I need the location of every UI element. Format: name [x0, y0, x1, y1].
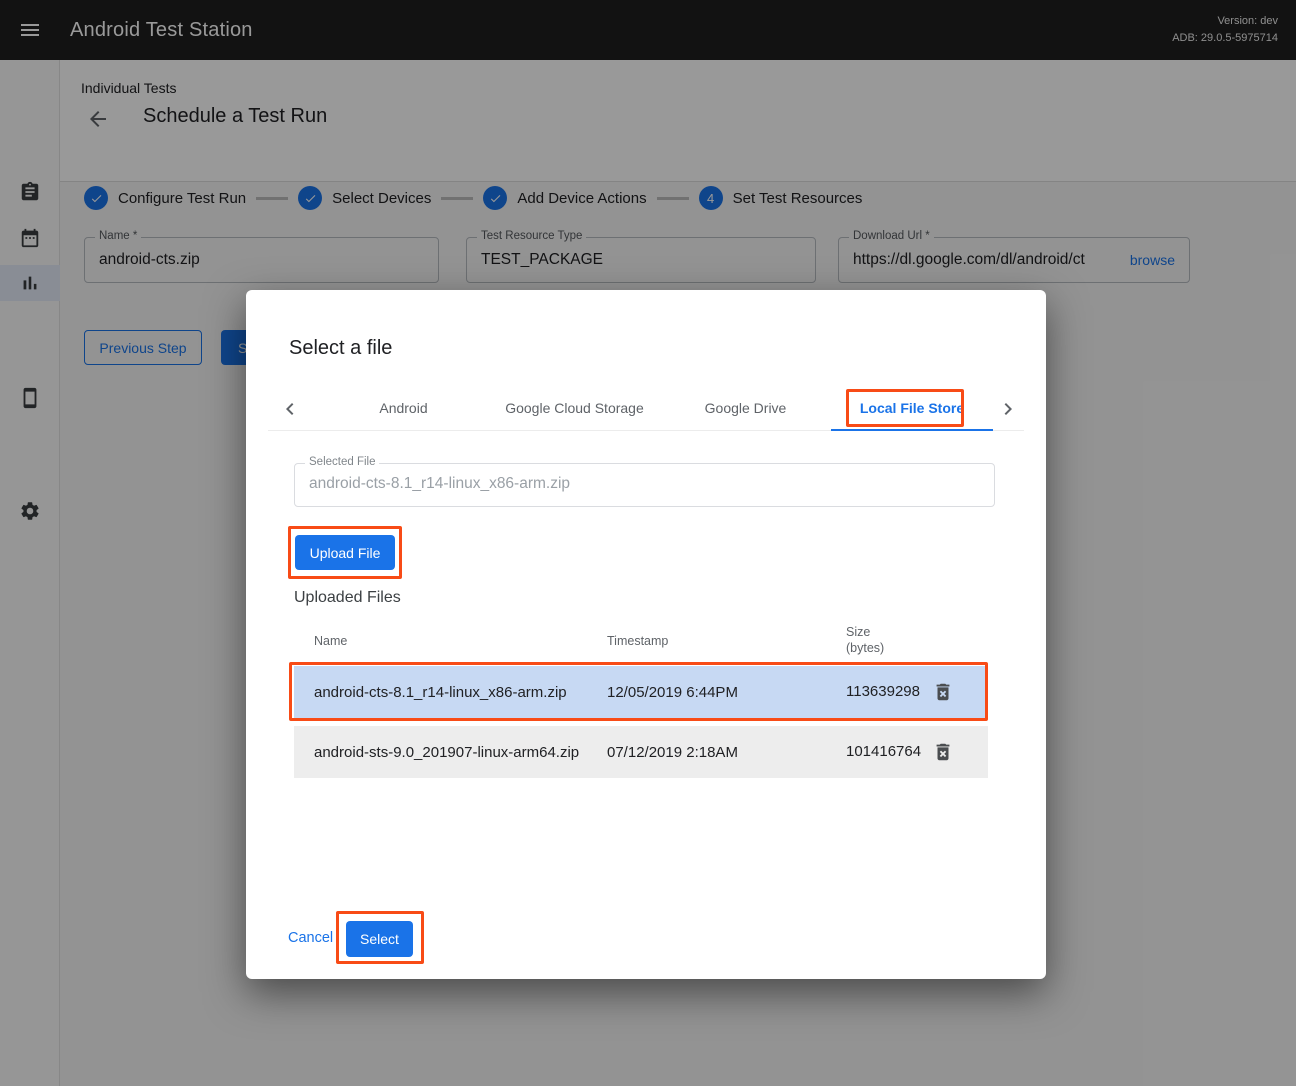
upload-file-button[interactable]: Upload File: [295, 535, 395, 570]
column-header-timestamp: Timestamp: [587, 634, 839, 648]
uploaded-files-table: Name Timestamp Size (bytes) android-cts-…: [294, 623, 988, 778]
active-tab-underline: [831, 429, 993, 431]
cell-actions: [924, 739, 988, 765]
chevron-right-icon: [996, 397, 1020, 421]
tab-android[interactable]: Android: [318, 386, 489, 430]
cell-timestamp: 12/05/2019 6:44PM: [587, 684, 839, 701]
select-button[interactable]: Select: [346, 921, 413, 957]
tab-scroll-left-button[interactable]: [276, 394, 304, 424]
chevron-left-icon: [278, 397, 302, 421]
cancel-button[interactable]: Cancel: [280, 920, 341, 956]
file-picker-dialog: Select a file Android Google Cloud Stora…: [246, 290, 1046, 979]
selected-file-field[interactable]: Selected File android-cts-8.1_r14-linux_…: [294, 463, 995, 507]
trash-icon: [932, 741, 954, 763]
table-row[interactable]: android-sts-9.0_201907-linux-arm64.zip 0…: [294, 726, 988, 778]
column-header-size: Size (bytes): [839, 625, 924, 656]
column-header-name: Name: [294, 634, 587, 648]
cell-actions: [924, 679, 988, 705]
dialog-title: Select a file: [289, 336, 392, 360]
delete-file-button[interactable]: [930, 739, 956, 765]
field-value: android-cts-8.1_r14-linux_x86-arm.zip: [295, 464, 994, 493]
cell-size: 101416764: [839, 743, 924, 762]
tab-bar: Android Google Cloud Storage Google Driv…: [318, 386, 993, 430]
table-row[interactable]: android-cts-8.1_r14-linux_x86-arm.zip 12…: [294, 666, 988, 718]
tab-google-drive[interactable]: Google Drive: [660, 386, 831, 430]
cell-size: 113639298: [839, 683, 924, 702]
app-root: Android Test Station Version: dev ADB: 2…: [0, 0, 1296, 1086]
cell-file-name: android-sts-9.0_201907-linux-arm64.zip: [294, 744, 587, 761]
cell-timestamp: 07/12/2019 2:18AM: [587, 744, 839, 761]
tab-scroll-right-button[interactable]: [994, 394, 1022, 424]
tab-google-cloud-storage[interactable]: Google Cloud Storage: [489, 386, 660, 430]
trash-icon: [932, 681, 954, 703]
uploaded-files-heading: Uploaded Files: [294, 589, 401, 607]
tab-local-file-store[interactable]: Local File Store: [831, 386, 993, 430]
table-header-row: Name Timestamp Size (bytes): [294, 623, 988, 659]
cell-file-name: android-cts-8.1_r14-linux_x86-arm.zip: [294, 684, 587, 701]
field-label: Selected File: [305, 456, 379, 468]
delete-file-button[interactable]: [930, 679, 956, 705]
